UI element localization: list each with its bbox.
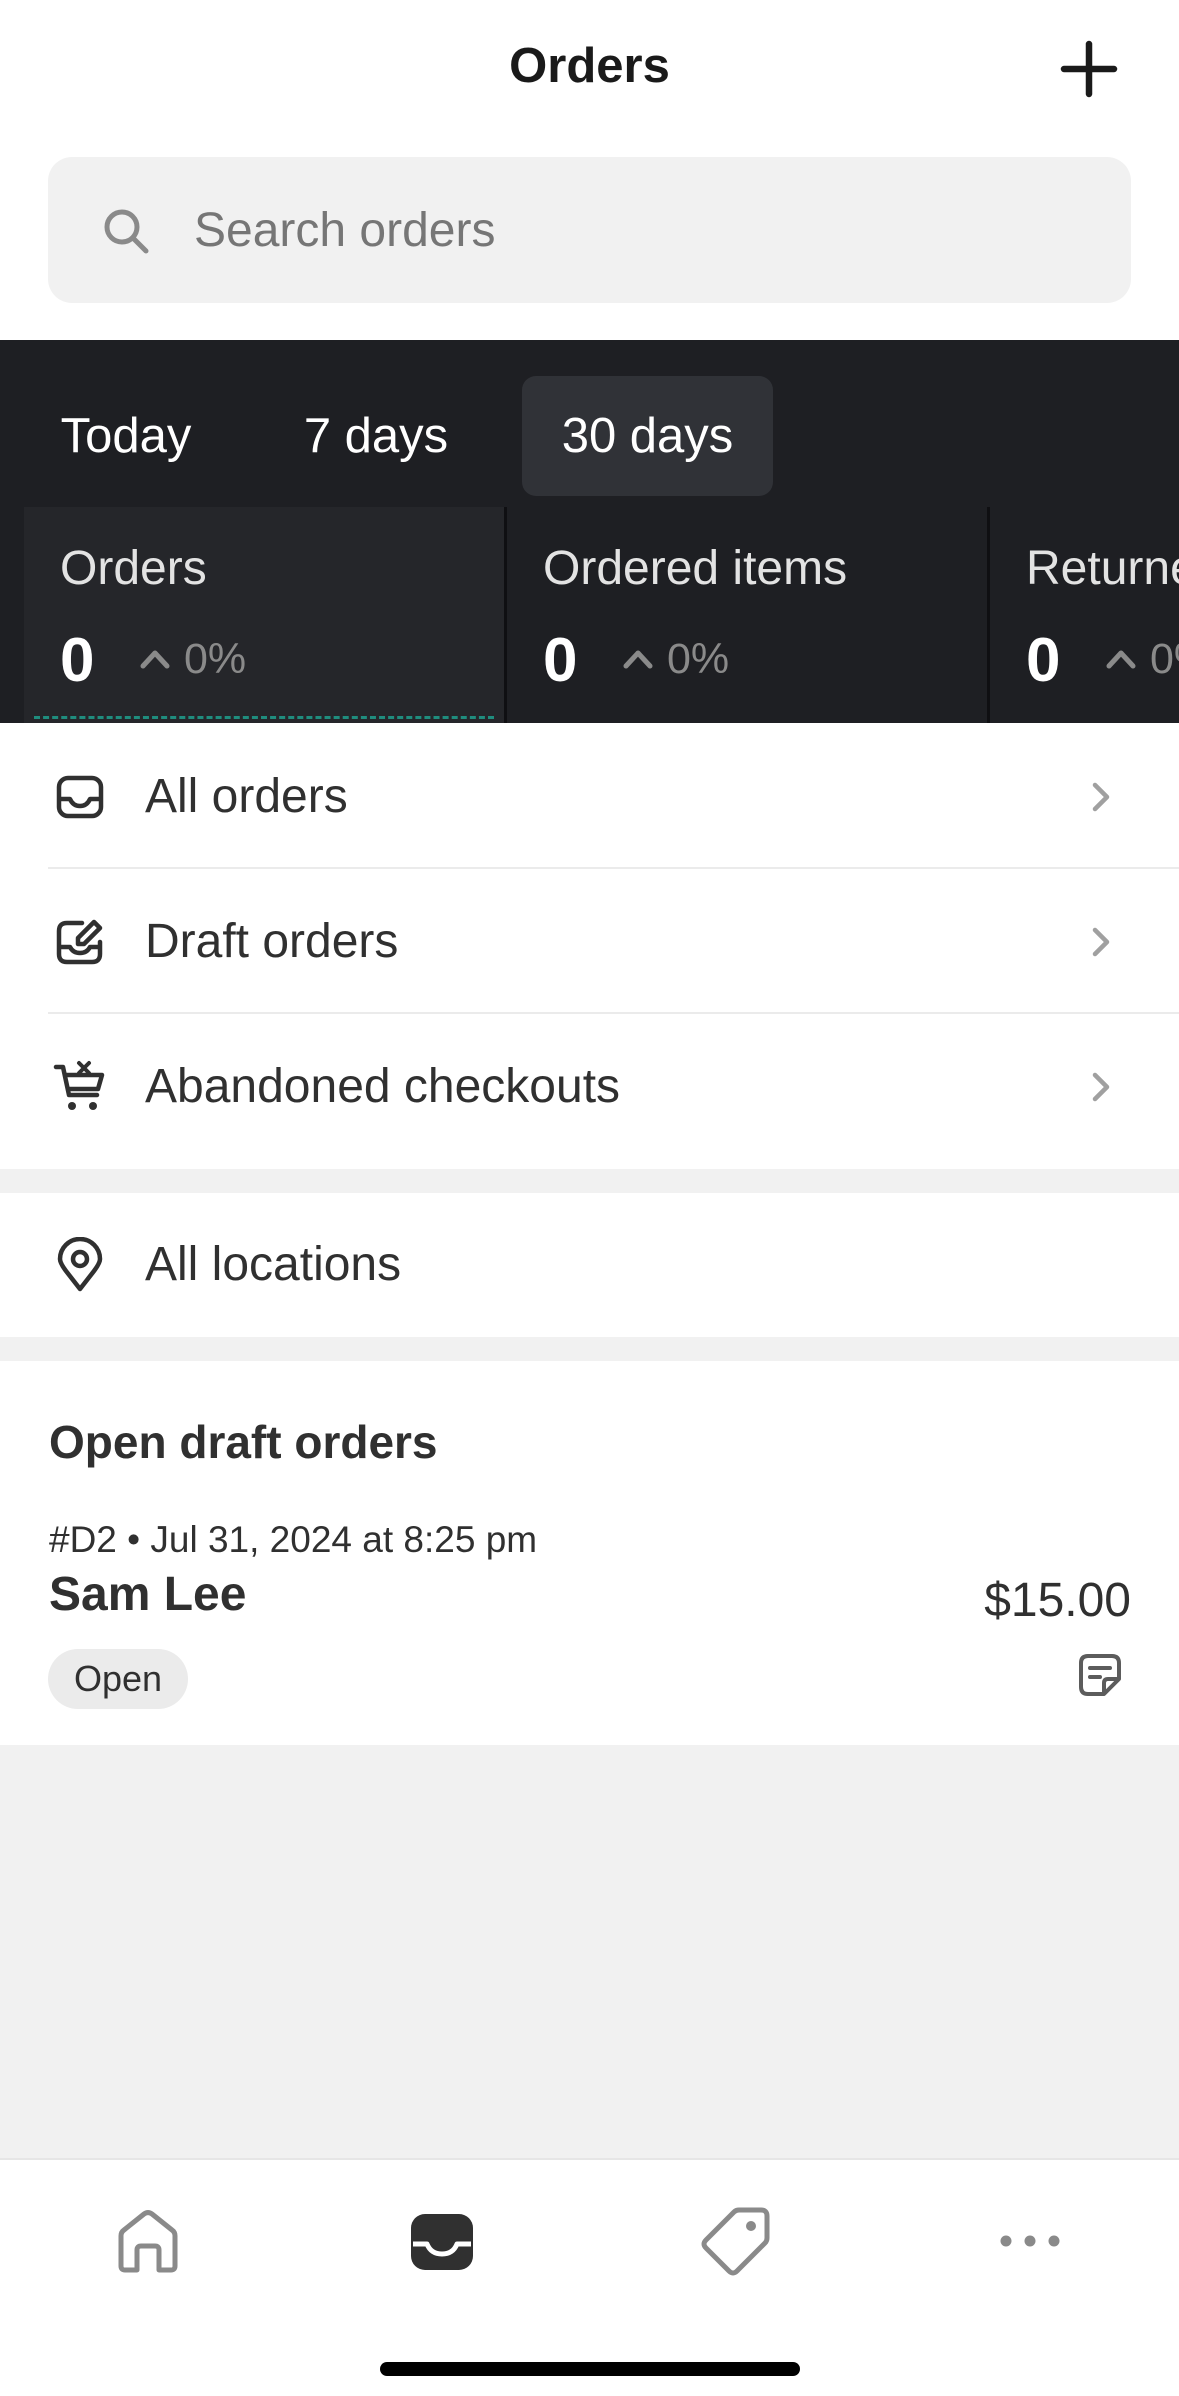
home-indicator	[380, 2362, 800, 2376]
metric-value: 0	[1026, 626, 1061, 695]
metric-label: Orders	[60, 542, 207, 595]
metric-value: 0	[543, 626, 578, 695]
status-badge: Open	[48, 1649, 189, 1709]
locations-card: All locations	[0, 1193, 1179, 1337]
metric-value: 0	[60, 626, 95, 695]
row-label: All locations	[145, 1238, 402, 1291]
row-label: Draft orders	[145, 915, 399, 968]
sparkline	[34, 716, 494, 719]
more-icon[interactable]	[993, 2204, 1067, 2278]
page-title: Orders	[509, 39, 670, 93]
tab-7-days[interactable]: 7 days	[276, 376, 476, 496]
orders-nav-list: All orders Draft orders Abandoned checko…	[0, 723, 1179, 1169]
metric-change: 0%	[1150, 635, 1179, 683]
section-title: Open draft orders	[49, 1416, 438, 1468]
trend-up-icon	[1104, 642, 1138, 676]
cart-abandoned-icon	[52, 1059, 108, 1115]
inbox-icon	[52, 769, 108, 825]
location-pin-icon	[52, 1237, 108, 1293]
metric-returned-items[interactable]: Returned items 0 0%	[990, 507, 1179, 723]
metric-label: Returned items	[1026, 542, 1179, 595]
draft-edit-icon	[52, 914, 108, 970]
plus-icon[interactable]	[1058, 38, 1120, 100]
metric-ordered-items[interactable]: Ordered items 0 0%	[507, 507, 990, 723]
tab-today[interactable]: Today	[36, 376, 216, 496]
customer-name: Sam Lee	[49, 1568, 247, 1621]
divider	[48, 1012, 1179, 1014]
tab-30-days[interactable]: 30 days	[522, 376, 773, 496]
metric-orders[interactable]: Orders 0 0%	[24, 507, 507, 723]
order-meta: #D2 • Jul 31, 2024 at 8:25 pm	[49, 1519, 538, 1560]
orders-icon[interactable]	[405, 2204, 479, 2278]
analytics-panel: Today 7 days 30 days Orders 0 0% Ordered…	[0, 340, 1179, 723]
metric-change: 0%	[184, 635, 247, 683]
products-tag-icon[interactable]	[699, 2204, 773, 2278]
search-icon	[100, 205, 152, 257]
row-abandoned-checkouts[interactable]: Abandoned checkouts	[0, 1015, 1179, 1159]
row-draft-orders[interactable]: Draft orders	[0, 870, 1179, 1014]
row-label: All orders	[145, 770, 348, 823]
search-placeholder: Search orders	[194, 204, 496, 257]
metric-label: Ordered items	[543, 542, 848, 595]
bottom-tab-bar	[0, 2158, 1179, 2396]
search-input[interactable]: Search orders	[48, 157, 1131, 303]
chevron-right-icon	[1086, 1067, 1116, 1107]
header: Orders Search orders	[0, 0, 1179, 340]
row-all-orders[interactable]: All orders	[0, 725, 1179, 869]
divider	[48, 867, 1179, 869]
chevron-right-icon	[1086, 922, 1116, 962]
note-icon	[1076, 1651, 1124, 1699]
chevron-right-icon	[1086, 777, 1116, 817]
row-label: Abandoned checkouts	[145, 1060, 621, 1113]
home-icon[interactable]	[111, 2204, 185, 2278]
metric-change: 0%	[667, 635, 730, 683]
trend-up-icon	[621, 642, 655, 676]
order-amount: $15.00	[984, 1574, 1131, 1627]
row-all-locations[interactable]: All locations	[0, 1193, 1179, 1337]
trend-up-icon	[138, 642, 172, 676]
open-draft-orders-card: Open draft orders #D2 • Jul 31, 2024 at …	[0, 1361, 1179, 1745]
